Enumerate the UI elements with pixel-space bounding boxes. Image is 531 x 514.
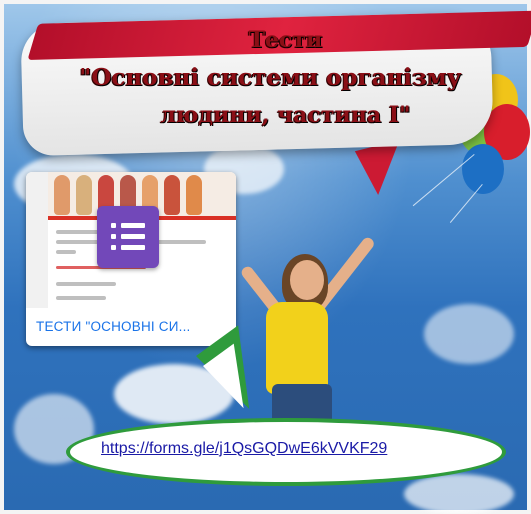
headline-subtitle-line1: "Основні системи організму xyxy=(79,64,462,91)
balloon-string xyxy=(449,184,483,223)
form-card-title[interactable]: ТЕСТИ "ОСНОВНІ СИ... xyxy=(26,308,236,346)
headline-title: Тести xyxy=(248,27,323,53)
girl-head xyxy=(290,260,324,300)
google-forms-icon xyxy=(97,206,159,268)
cloud xyxy=(404,474,514,514)
cloud xyxy=(424,304,514,364)
headline-subtitle-line2: людини, частина І" xyxy=(160,102,411,128)
form-url-link[interactable]: https://forms.gle/j1QsGQDwE6kVVKF29 xyxy=(101,440,501,458)
balloon xyxy=(462,144,504,194)
